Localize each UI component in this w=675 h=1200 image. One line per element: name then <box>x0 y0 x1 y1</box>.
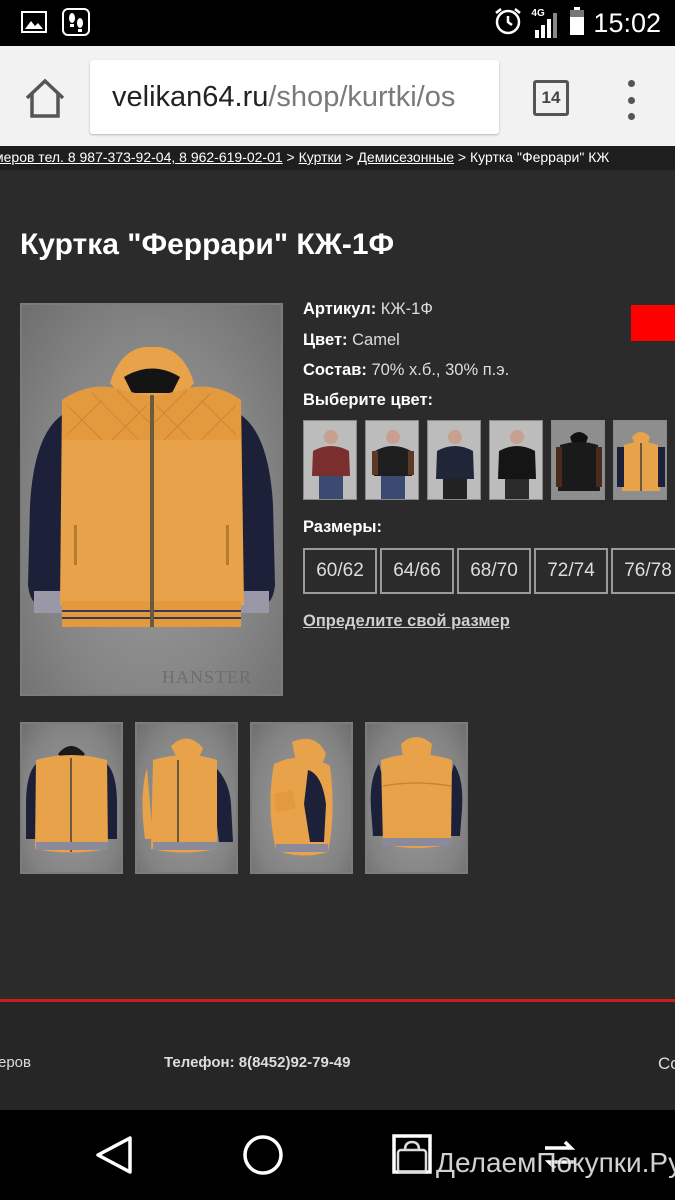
photo-brand-watermark: HANSTER <box>162 667 252 687</box>
tab-switcher-button[interactable]: 14 <box>533 80 569 116</box>
home-icon[interactable] <box>22 76 68 120</box>
size-option-76-78[interactable]: 76/78 <box>611 548 675 594</box>
size-option-72-74[interactable]: 72/74 <box>534 548 608 594</box>
home-circle-icon[interactable] <box>238 1130 288 1180</box>
thumbnail-front[interactable] <box>20 722 123 874</box>
choose-color-label: Выберите цвет: <box>303 391 434 409</box>
footer-left-text: еров <box>0 1054 31 1071</box>
color-label: Цвет: <box>303 331 348 349</box>
article-value: КЖ-1Ф <box>380 300 433 318</box>
red-ribbon-badge[interactable] <box>631 305 675 341</box>
overflow-menu-icon[interactable] <box>620 80 642 120</box>
color-swatch-camel[interactable] <box>613 420 667 500</box>
color-swatch-black[interactable] <box>489 420 543 500</box>
thumbnail-angle[interactable] <box>135 722 238 874</box>
footer-phone: Телефон: 8(8452)92-79-49 <box>164 1054 351 1071</box>
watermark-bag-icon <box>392 1136 432 1176</box>
color-value: Camel <box>352 331 400 349</box>
breadcrumb-demiseason-link[interactable]: Демисезонные <box>357 149 454 165</box>
breadcrumb-kurtki-link[interactable]: Куртки <box>299 149 342 165</box>
color-swatches <box>303 420 667 500</box>
breadcrumb-separator: > <box>341 149 358 165</box>
footsteps-notification-icon <box>62 8 90 36</box>
color-swatch-black-brown[interactable] <box>365 420 419 500</box>
color-swatch-bordeaux[interactable] <box>303 420 357 500</box>
gallery-notification-icon <box>20 8 48 36</box>
breadcrumb-separator: > <box>454 149 470 165</box>
url-path: /shop/kurtki/os <box>268 81 456 113</box>
footer-right-text: Со <box>658 1054 675 1073</box>
size-guide-link[interactable]: Определите свой размер <box>303 612 510 631</box>
size-option-68-70[interactable]: 68/70 <box>457 548 531 594</box>
tab-count: 14 <box>541 88 561 107</box>
photo-thumbnails <box>20 722 468 874</box>
page-title: Куртка "Феррари" КЖ-1Ф <box>20 228 395 261</box>
size-option-64-66[interactable]: 64/66 <box>380 548 454 594</box>
url-domain: velikan64.ru <box>112 81 269 113</box>
composition-label: Состав: <box>303 361 367 379</box>
composition-value: 70% х.б., 30% п.э. <box>371 361 510 379</box>
battery-icon <box>569 7 585 40</box>
signal-icon: 4G <box>531 8 561 38</box>
thumbnail-back[interactable] <box>365 722 468 874</box>
breadcrumb: меров тел. 8 987-373-92-04, 8 962-619-02… <box>0 146 675 170</box>
main-product-photo[interactable]: HANSTER <box>20 303 283 696</box>
breadcrumb-separator: > <box>282 149 299 165</box>
site-watermark: ДелаемПокупки.Ру <box>436 1147 675 1178</box>
size-options: 60/62 64/66 68/70 72/74 76/78 <box>303 548 675 594</box>
footer-phone-label: Телефон: <box>164 1054 235 1071</box>
url-bar[interactable]: velikan64.ru/shop/kurtki/os <box>90 60 499 134</box>
status-bar: 4G 15:02 <box>0 0 675 46</box>
clock: 15:02 <box>593 8 661 38</box>
breadcrumb-current: Куртка "Феррари" КЖ <box>469 149 610 165</box>
alarm-icon <box>493 6 523 41</box>
footer-phone-value[interactable]: 8(8452)92-79-49 <box>239 1054 351 1071</box>
breadcrumb-contacts-link[interactable]: меров тел. 8 987-373-92-04, 8 962-619-02… <box>0 149 283 165</box>
article-label: Артикул: <box>303 300 377 318</box>
thumbnail-side[interactable] <box>250 722 353 874</box>
browser-toolbar: velikan64.ru/shop/kurtki/os 14 <box>0 46 675 146</box>
color-swatch-navy[interactable] <box>427 420 481 500</box>
footer: еров Телефон: 8(8452)92-79-49 Со <box>0 1002 675 1110</box>
sizes-label: Размеры: <box>303 518 383 536</box>
size-option-60-62[interactable]: 60/62 <box>303 548 377 594</box>
color-swatch-black-hood[interactable] <box>551 420 605 500</box>
back-icon[interactable] <box>90 1130 140 1180</box>
